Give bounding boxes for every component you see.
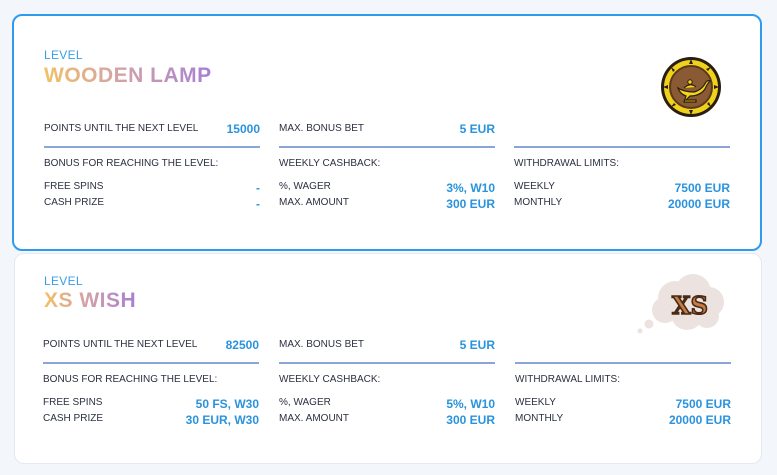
lamp-chip-icon <box>660 56 722 118</box>
monthly-row: MONTHLY 20000 EUR <box>515 413 731 429</box>
column-withdrawal: WITHDRAWAL LIMITS: WEEKLY 7500 EUR MONTH… <box>514 114 730 213</box>
max-amount-value: 300 EUR <box>446 413 495 427</box>
weekly-row: WEEKLY 7500 EUR <box>514 181 730 197</box>
xs-cloud-label: XS <box>672 291 708 320</box>
column-cashback: MAX. BONUS BET 5 EUR WEEKLY CASHBACK: %,… <box>279 330 495 429</box>
cashback-title: WEEKLY CASHBACK: <box>279 158 381 169</box>
max-bet-value: 5 EUR <box>459 122 495 136</box>
points-value: 15000 <box>226 122 260 136</box>
withdrawal-title: WITHDRAWAL LIMITS: <box>515 374 620 385</box>
cash-prize-label: CASH PRIZE <box>44 197 105 208</box>
weekly-label: WEEKLY <box>514 181 555 192</box>
xs-cloud-icon: XS <box>635 270 731 338</box>
max-amount-row: MAX. AMOUNT 300 EUR <box>279 197 495 213</box>
points-row: POINTS UNTIL THE NEXT LEVEL 15000 <box>44 114 260 148</box>
bonus-title: BONUS FOR REACHING THE LEVEL: <box>44 158 219 169</box>
free-spins-value: 50 FS, w30 <box>195 397 259 411</box>
free-spins-row: FREE SPINS - <box>44 181 260 197</box>
cashback-title: WEEKLY CASHBACK: <box>279 374 381 385</box>
level-card-xs-wish[interactable]: LEVEL XS WISH XS POINTS UNTIL THE NEXT L… <box>14 253 762 464</box>
withdrawal-title: WITHDRAWAL LIMITS: <box>514 158 619 169</box>
monthly-row: MONTHLY 20000 EUR <box>514 197 730 213</box>
max-amount-value: 300 EUR <box>446 197 495 211</box>
blank-row <box>515 330 731 364</box>
wager-value: 5%, w10 <box>446 397 495 411</box>
monthly-value: 20000 EUR <box>668 413 731 427</box>
weekly-value: 7500 EUR <box>675 397 731 411</box>
free-spins-row: FREE SPINS 50 FS, w30 <box>43 397 259 413</box>
wager-row: %, WAGER 5%, w10 <box>279 397 495 413</box>
monthly-label: MONTHLY <box>515 413 564 424</box>
weekly-row: WEEKLY 7500 EUR <box>515 397 731 413</box>
max-bet-row: MAX. BONUS BET 5 EUR <box>279 330 495 364</box>
blank-row <box>514 114 730 148</box>
max-bet-row: MAX. BONUS BET 5 EUR <box>279 114 495 148</box>
max-amount-row: MAX. AMOUNT 300 EUR <box>279 413 495 429</box>
wager-value: 3%, w10 <box>446 181 495 195</box>
points-row: POINTS UNTIL THE NEXT LEVEL 82500 <box>43 330 259 364</box>
cash-prize-value: 30 EUR, w30 <box>185 413 259 427</box>
max-bet-label: MAX. BONUS BET <box>279 339 365 350</box>
cash-prize-row: CASH PRIZE - <box>44 197 260 213</box>
level-label: LEVEL <box>44 48 83 62</box>
level-name: WOODEN LAMP <box>44 64 212 87</box>
column-cashback: MAX. BONUS BET 5 EUR WEEKLY CASHBACK: %,… <box>279 114 495 213</box>
weekly-value: 7500 EUR <box>674 181 730 195</box>
column-bonus: POINTS UNTIL THE NEXT LEVEL 82500 BONUS … <box>43 330 259 429</box>
level-label: LEVEL <box>44 274 83 288</box>
max-bet-label: MAX. BONUS BET <box>279 123 365 134</box>
cash-prize-label: CASH PRIZE <box>43 413 104 424</box>
max-amount-label: MAX. AMOUNT <box>279 413 350 424</box>
points-label: POINTS UNTIL THE NEXT LEVEL <box>43 339 198 350</box>
monthly-value: 20000 EUR <box>667 197 730 211</box>
level-name: XS WISH <box>44 289 137 312</box>
level-card-wooden-lamp[interactable]: LEVEL WOODEN LAMP POINTS UNTIL THE NEXT … <box>12 14 762 251</box>
wager-label: %, WAGER <box>279 181 331 192</box>
cash-prize-row: CASH PRIZE 30 EUR, w30 <box>43 413 259 429</box>
monthly-label: MONTHLY <box>514 197 563 208</box>
wager-label: %, WAGER <box>279 397 331 408</box>
points-label: POINTS UNTIL THE NEXT LEVEL <box>44 123 199 134</box>
free-spins-label: FREE SPINS <box>44 181 104 192</box>
free-spins-value: - <box>256 181 260 195</box>
wager-row: %, WAGER 3%, w10 <box>279 181 495 197</box>
free-spins-label: FREE SPINS <box>43 397 103 408</box>
points-value: 82500 <box>225 338 259 352</box>
bonus-title: BONUS FOR REACHING THE LEVEL: <box>43 374 218 385</box>
max-bet-value: 5 EUR <box>459 338 495 352</box>
cash-prize-value: - <box>256 197 260 211</box>
column-bonus: POINTS UNTIL THE NEXT LEVEL 15000 BONUS … <box>44 114 260 213</box>
weekly-label: WEEKLY <box>515 397 556 408</box>
column-withdrawal: WITHDRAWAL LIMITS: WEEKLY 7500 EUR MONTH… <box>515 330 731 429</box>
max-amount-label: MAX. AMOUNT <box>279 197 350 208</box>
